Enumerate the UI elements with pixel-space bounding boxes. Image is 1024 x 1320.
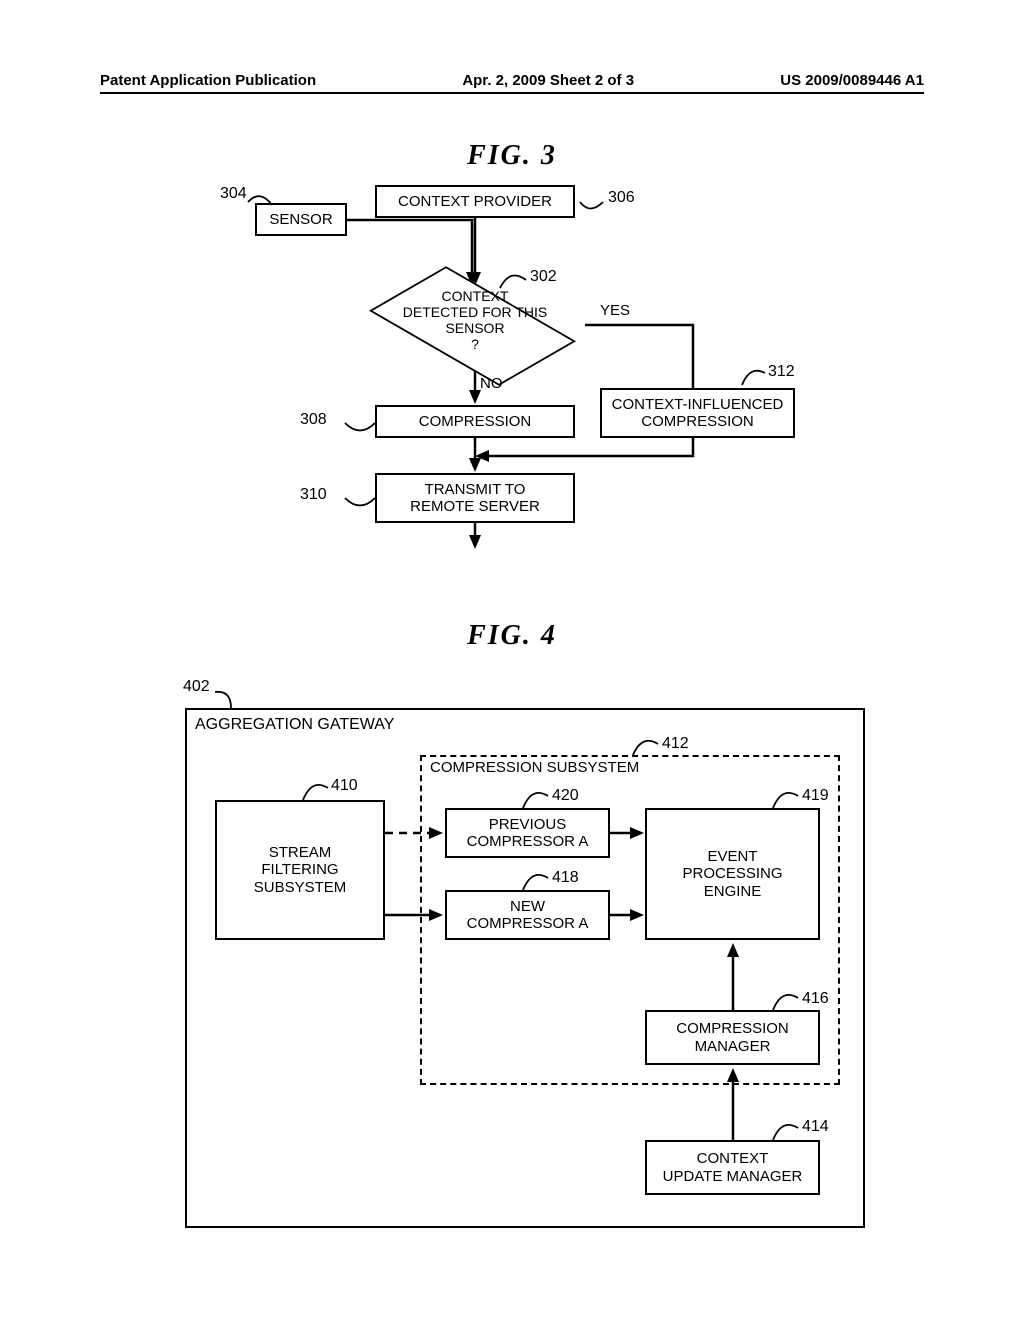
cm-box: COMPRESSION MANAGER xyxy=(645,1010,820,1065)
ref-414: 414 xyxy=(802,1118,829,1136)
context-provider-label: CONTEXT PROVIDER xyxy=(398,193,552,210)
ag-label: AGGREGATION GATEWAY xyxy=(195,716,394,734)
ref-402: 402 xyxy=(183,678,210,696)
compression-box: COMPRESSION xyxy=(375,405,575,438)
figure-3: CONTEXT PROVIDER 306 SENSOR 304 CONTEXTD… xyxy=(200,175,800,595)
fig3-title: FIG. 3 xyxy=(0,140,1024,172)
ref-416: 416 xyxy=(802,990,829,1008)
figure-4: 402 AGGREGATION GATEWAY STREAM FILTERING… xyxy=(145,660,865,1230)
header-left: Patent Application Publication xyxy=(100,72,316,89)
sfs-box: STREAM FILTERING SUBSYSTEM xyxy=(215,800,385,940)
ref-302: 302 xyxy=(530,268,557,286)
ref-419: 419 xyxy=(802,787,829,805)
context-provider-box: CONTEXT PROVIDER xyxy=(375,185,575,218)
fig4-title: FIG. 4 xyxy=(0,620,1024,652)
transmit-box: TRANSMIT TO REMOTE SERVER xyxy=(375,473,575,523)
cm-label: COMPRESSION MANAGER xyxy=(676,1020,789,1055)
decision-text: CONTEXTDETECTED FOR THISSENSOR? xyxy=(375,288,575,352)
yes-label: YES xyxy=(600,302,630,319)
ref-304: 304 xyxy=(220,185,247,203)
header-center: Apr. 2, 2009 Sheet 2 of 3 xyxy=(462,72,634,89)
newc-box: NEW COMPRESSOR A xyxy=(445,890,610,940)
epe-label: EVENT PROCESSING ENGINE xyxy=(682,848,782,900)
header-right: US 2009/0089446 A1 xyxy=(780,72,924,89)
ref-420: 420 xyxy=(552,787,579,805)
cic-label: CONTEXT-INFLUENCED COMPRESSION xyxy=(612,396,784,431)
ref-418: 418 xyxy=(552,869,579,887)
cic-box: CONTEXT-INFLUENCED COMPRESSION xyxy=(600,388,795,438)
ref-412: 412 xyxy=(662,735,689,753)
transmit-label: TRANSMIT TO REMOTE SERVER xyxy=(410,481,540,516)
cs-label: COMPRESSION SUBSYSTEM xyxy=(430,759,639,776)
ref-410: 410 xyxy=(331,777,358,795)
ref-310: 310 xyxy=(300,486,327,504)
newc-label: NEW COMPRESSOR A xyxy=(467,898,589,933)
ref-306: 306 xyxy=(608,189,635,207)
prev-box: PREVIOUS COMPRESSOR A xyxy=(445,808,610,858)
cum-label: CONTEXT UPDATE MANAGER xyxy=(663,1150,803,1185)
sensor-label: SENSOR xyxy=(269,211,332,228)
sfs-label: STREAM FILTERING SUBSYSTEM xyxy=(254,844,347,896)
ref-308: 308 xyxy=(300,411,327,429)
page-header: Patent Application Publication Apr. 2, 2… xyxy=(0,72,1024,89)
compression-label: COMPRESSION xyxy=(419,413,532,430)
epe-box: EVENT PROCESSING ENGINE xyxy=(645,808,820,940)
cum-box: CONTEXT UPDATE MANAGER xyxy=(645,1140,820,1195)
prev-label: PREVIOUS COMPRESSOR A xyxy=(467,816,589,851)
ref-312: 312 xyxy=(768,363,795,381)
header-rule xyxy=(100,92,924,94)
